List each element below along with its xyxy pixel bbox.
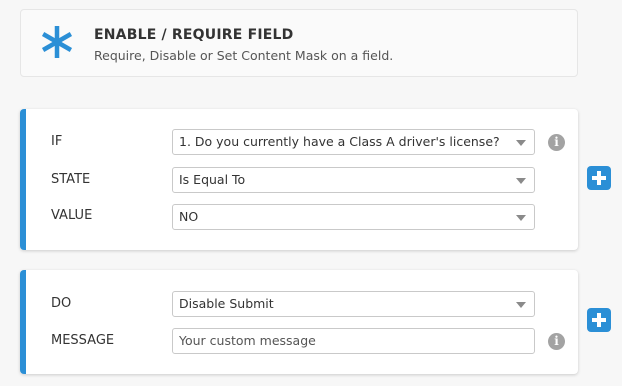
message-input[interactable]: Your custom message: [172, 328, 535, 354]
page-subtitle: Require, Disable or Set Content Mask on …: [94, 48, 394, 63]
value-select[interactable]: NO: [172, 204, 535, 230]
info-icon[interactable]: i: [548, 333, 565, 350]
state-select[interactable]: Is Equal To: [172, 167, 535, 193]
chevron-down-icon: [516, 302, 526, 308]
message-label: MESSAGE: [51, 333, 115, 348]
if-field-value: 1. Do you currently have a Class A drive…: [179, 134, 500, 149]
page-title: ENABLE / REQUIRE FIELD: [94, 27, 294, 43]
add-action-button[interactable]: [587, 308, 611, 332]
chevron-down-icon: [516, 215, 526, 221]
action-card: DO Disable Submit MESSAGE Your custom me…: [20, 270, 578, 374]
info-icon[interactable]: i: [548, 134, 565, 151]
if-field-select[interactable]: 1. Do you currently have a Class A drive…: [172, 129, 535, 155]
chevron-down-icon: [516, 178, 526, 184]
card-accent: [20, 270, 26, 374]
asterisk-icon: [41, 26, 73, 58]
state-value: Is Equal To: [179, 172, 246, 187]
if-label: IF: [51, 134, 63, 149]
do-action-select[interactable]: Disable Submit: [172, 291, 535, 317]
do-action-value: Disable Submit: [179, 296, 274, 311]
message-placeholder: Your custom message: [179, 333, 316, 348]
value-value: NO: [179, 209, 199, 224]
rule-header: ENABLE / REQUIRE FIELD Require, Disable …: [20, 9, 578, 77]
chevron-down-icon: [516, 140, 526, 146]
value-label: VALUE: [51, 208, 93, 223]
condition-card: IF 1. Do you currently have a Class A dr…: [20, 109, 578, 250]
state-label: STATE: [51, 172, 91, 187]
do-label: DO: [51, 296, 72, 311]
add-condition-button[interactable]: [587, 166, 611, 190]
card-accent: [20, 109, 26, 250]
